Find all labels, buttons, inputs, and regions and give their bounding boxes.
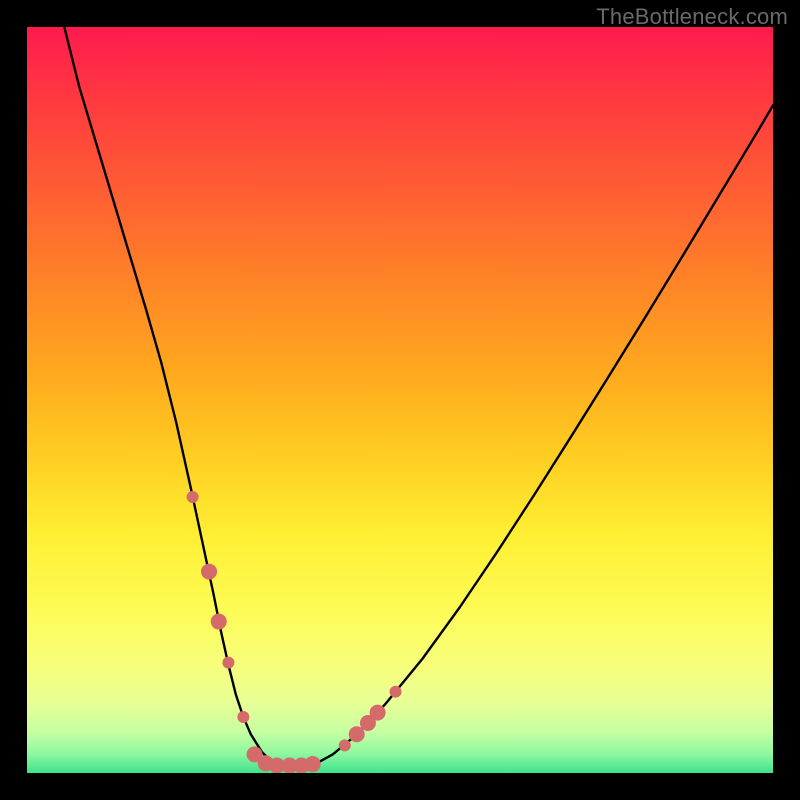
data-marker bbox=[339, 739, 351, 751]
chart-svg bbox=[27, 27, 773, 773]
data-marker bbox=[390, 686, 402, 698]
data-marker bbox=[305, 756, 321, 772]
data-marker bbox=[370, 705, 386, 721]
gradient-background bbox=[27, 27, 773, 773]
watermark: TheBottleneck.com bbox=[596, 4, 788, 30]
data-marker bbox=[201, 564, 217, 580]
data-marker bbox=[187, 491, 199, 503]
chart-container: TheBottleneck.com bbox=[0, 0, 800, 800]
data-marker bbox=[211, 614, 227, 630]
data-marker bbox=[237, 711, 249, 723]
data-marker bbox=[222, 657, 234, 669]
plot-area bbox=[27, 27, 773, 773]
